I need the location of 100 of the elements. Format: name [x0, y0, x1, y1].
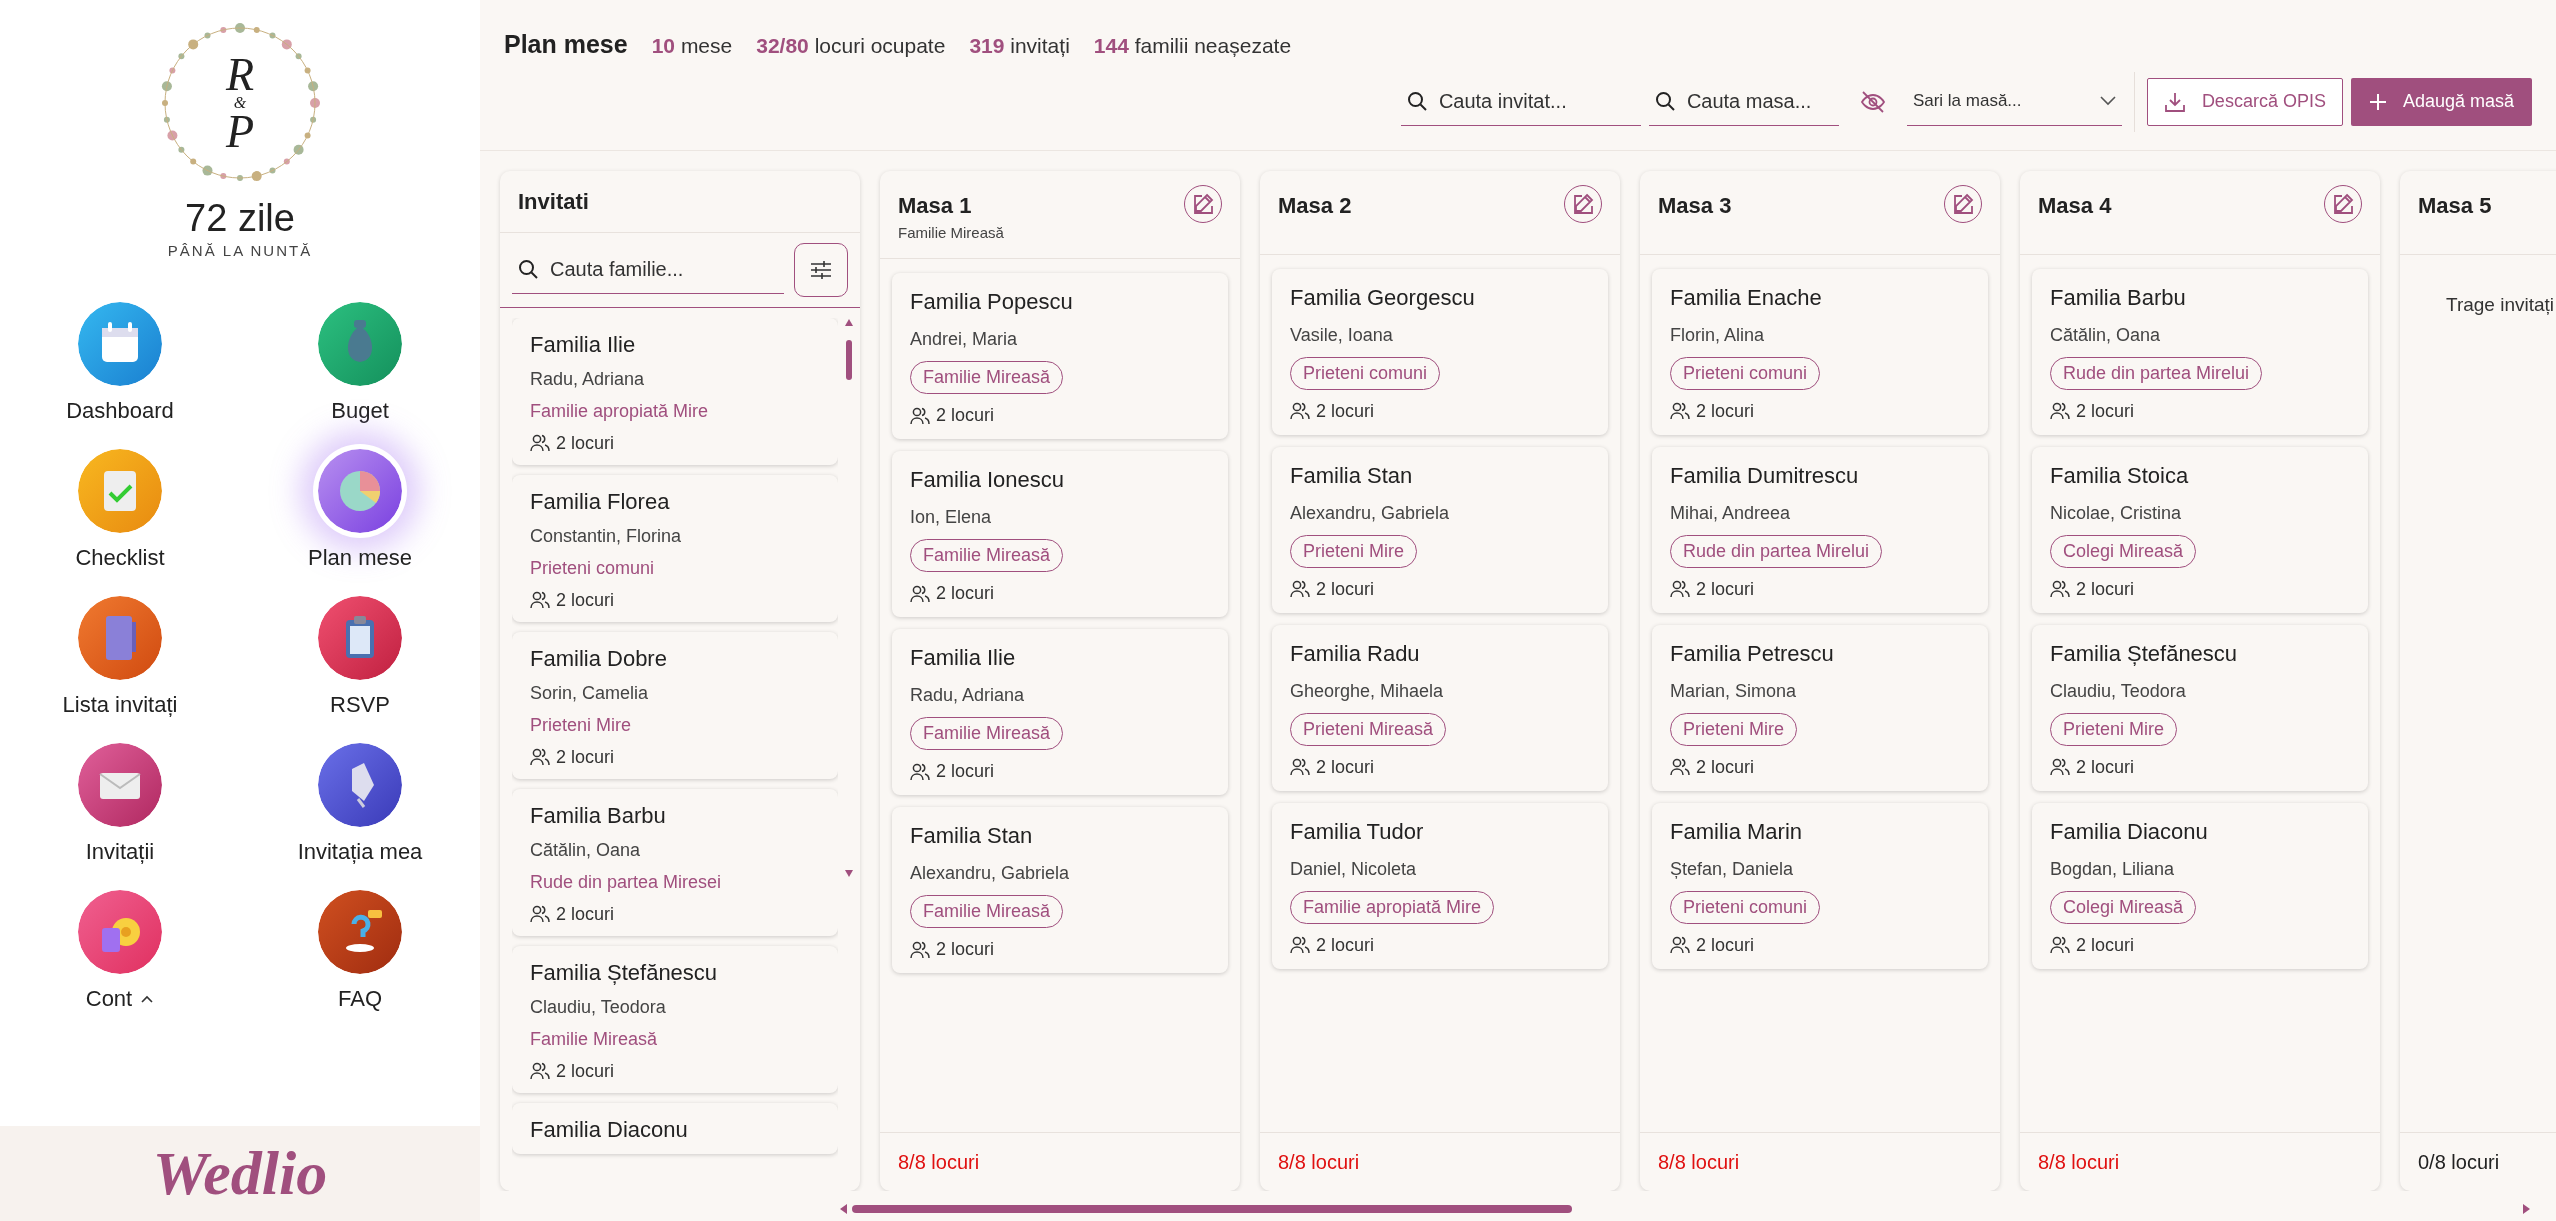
family-name: Familia Diaconu	[530, 1115, 688, 1144]
download-button[interactable]: Descarcă OPIS	[2146, 77, 2343, 126]
nav-item[interactable]: Invitația mea	[240, 743, 480, 869]
seat-count: 2 locuri	[2076, 399, 2135, 423]
seat-count: 0/8 locuri	[2400, 1132, 2556, 1191]
people-icon	[2050, 758, 2070, 776]
calendar-icon	[78, 302, 162, 387]
family-name: Familia Barbu	[530, 801, 666, 830]
family-card[interactable]: Familia Barbu Cătălin, Oana Rude din partea Mirelui 2 locuri	[2032, 268, 2368, 435]
gear-icon	[78, 890, 162, 975]
table-name: Masa 4	[2038, 191, 2112, 220]
panel-title: Invitati	[500, 170, 860, 233]
seat-count: 2 locuri	[1316, 755, 1375, 779]
table-name: Masa 3	[1658, 191, 1732, 220]
family-members: Sorin, Camelia	[530, 681, 649, 705]
countdown-days: 72 zile	[0, 198, 480, 240]
sliders-icon	[810, 259, 832, 280]
seat-count: 8/8 locuri	[880, 1132, 1240, 1191]
family-card[interactable]: Familia Dumitrescu Mihai, Andreea Rude din partea Mirelui 2 locuri	[1652, 446, 1988, 613]
family-card[interactable]: Familia Stoica Nicolae, Cristina Colegi Mireasă 2 locuri	[2032, 446, 2368, 613]
family-card[interactable]: Familia Ilie Radu, Adriana Familie Mireasă 2 locuri	[892, 629, 1228, 795]
family-name: Familia Tudor	[1290, 817, 1424, 846]
seat-count: 2 locuri	[1316, 933, 1375, 957]
family-card[interactable]: Familia Stan Alexandru, Gabriela Familie Mireasă 2 locuri	[892, 807, 1228, 973]
family-card[interactable]: Familia Popescu Andrei, Maria Familie Mireasă 2 locuri	[892, 273, 1228, 439]
family-members: Radu, Adriana	[910, 684, 1025, 707]
filter-button[interactable]	[794, 242, 848, 297]
family-members: Constantin, Florina	[530, 524, 682, 548]
family-card[interactable]: Familia Ștefănescu Claudiu, Teodora Prieteni Mire 2 locuri	[2032, 624, 2368, 791]
family-name: Familia Stan	[910, 822, 1033, 850]
seat-count: 2 locuri	[936, 582, 995, 605]
nav-item[interactable]: Cont	[0, 890, 240, 1016]
seat-count: 2 locuri	[2076, 933, 2135, 957]
family-name: Familia Enache	[1670, 283, 1822, 312]
seat-count: 2 locuri	[556, 902, 615, 926]
people-icon	[1290, 580, 1310, 598]
people-icon	[2050, 402, 2070, 420]
family-card[interactable]: Familia Radu Gheorghe, Mihaela Prieteni Mireasă 2 locuri	[1272, 624, 1608, 791]
seat-count: 2 locuri	[936, 404, 995, 427]
people-icon	[910, 940, 930, 959]
family-members: Gheorghe, Mihaela	[1290, 679, 1444, 703]
family-members: Alexandru, Gabriela	[910, 862, 1070, 885]
family-card[interactable]: Familia Ștefănescu Claudiu, Teodora Familie Mireasă 2 locuri	[512, 945, 838, 1093]
family-card[interactable]: Familia Ionescu Ion, Elena Familie Mireasă 2 locuri	[892, 451, 1228, 617]
question-mark-icon	[318, 890, 402, 975]
family-card[interactable]: Familia Petrescu Marian, Simona Prieteni Mire 2 locuri	[1652, 624, 1988, 791]
seat-count: 8/8 locuri	[1260, 1132, 1620, 1191]
family-card[interactable]: Familia Tudor Daniel, Nicoleta Familie apropiată Mire 2 locuri	[1272, 802, 1608, 969]
people-icon	[910, 406, 930, 425]
nav-item[interactable]: Checklist	[0, 449, 240, 575]
family-members: Bogdan, Liliana	[2050, 857, 2175, 881]
seat-count: 2 locuri	[1316, 577, 1375, 601]
nav-item[interactable]: FAQ	[240, 890, 480, 1016]
family-card[interactable]: Familia Diaconu	[512, 1102, 838, 1154]
pencil-icon	[1192, 192, 1214, 215]
family-card[interactable]: Familia Ilie Radu, Adriana Familie apropiată Mire 2 locuri	[512, 317, 838, 465]
family-card[interactable]: Familia Florea Constantin, Florina Prieteni comuni 2 locuri	[512, 474, 838, 622]
family-card[interactable]: Familia Stan Alexandru, Gabriela Prieteni Mire 2 locuri	[1272, 446, 1608, 613]
family-card[interactable]: Familia Barbu Cătălin, Oana Rude din partea Miresei 2 locuri	[512, 788, 838, 936]
nav-item[interactable]: Dashboard	[0, 302, 240, 428]
people-icon	[1670, 580, 1690, 598]
family-members: Radu, Adriana	[530, 367, 645, 391]
people-icon	[1670, 402, 1690, 420]
pencil-icon	[2332, 192, 2354, 215]
stat-text: 319 invitați	[969, 33, 1070, 59]
nav-item[interactable]: Buget	[240, 302, 480, 428]
money-bag-icon	[318, 302, 402, 387]
add-table-button[interactable]: Adaugă masă	[2350, 77, 2532, 126]
plus-icon	[2368, 92, 2387, 111]
search-field[interactable]: Cauta masa...	[1684, 85, 1833, 117]
pencil-icon	[1952, 192, 1974, 215]
people-icon	[2050, 936, 2070, 954]
seat-count: 2 locuri	[1696, 933, 1755, 957]
search-field[interactable]: Cauta invitat...	[1436, 85, 1635, 117]
family-card[interactable]: Familia Marin Ștefan, Daniela Prieteni comuni 2 locuri	[1652, 802, 1988, 969]
wedlio-logo: Wedlio	[152, 1138, 328, 1209]
nav-item[interactable]: Invitații	[0, 743, 240, 869]
monogram-letter: R	[225, 53, 255, 95]
nav-item[interactable]: Lista invitați	[0, 596, 240, 722]
people-icon	[1290, 402, 1310, 420]
people-icon	[910, 762, 930, 781]
people-icon	[530, 905, 550, 923]
table-select[interactable]: Sari la masă...	[1912, 88, 2090, 114]
nav-item[interactable]: Plan mese	[240, 449, 480, 575]
table-subtitle: Familie Mireasă	[898, 222, 1004, 243]
search-field[interactable]: Cauta familie...	[548, 253, 778, 285]
eye-slash-icon	[1859, 91, 1886, 114]
family-members: Nicolae, Cristina	[2050, 501, 2182, 525]
stat-text: 10 mese	[651, 33, 733, 59]
seat-count: 8/8 locuri	[1640, 1132, 2000, 1191]
family-name: Familia Petrescu	[1670, 639, 1834, 668]
family-card[interactable]: Familia Enache Florin, Alina Prieteni comuni 2 locuri	[1652, 268, 1988, 435]
nav-item[interactable]: RSVP	[240, 596, 480, 722]
seat-count: 2 locuri	[1696, 399, 1755, 423]
family-members: Vasile, Ioana	[1290, 323, 1393, 347]
family-name: Familia Dobre	[530, 644, 667, 673]
family-card[interactable]: Familia Diaconu Bogdan, Liliana Colegi Mireasă 2 locuri	[2032, 802, 2368, 969]
family-members: Cătălin, Oana	[2050, 323, 2161, 347]
family-card[interactable]: Familia Georgescu Vasile, Ioana Prieteni comuni 2 locuri	[1272, 268, 1608, 435]
family-card[interactable]: Familia Dobre Sorin, Camelia Prieteni Mire 2 locuri	[512, 631, 838, 779]
